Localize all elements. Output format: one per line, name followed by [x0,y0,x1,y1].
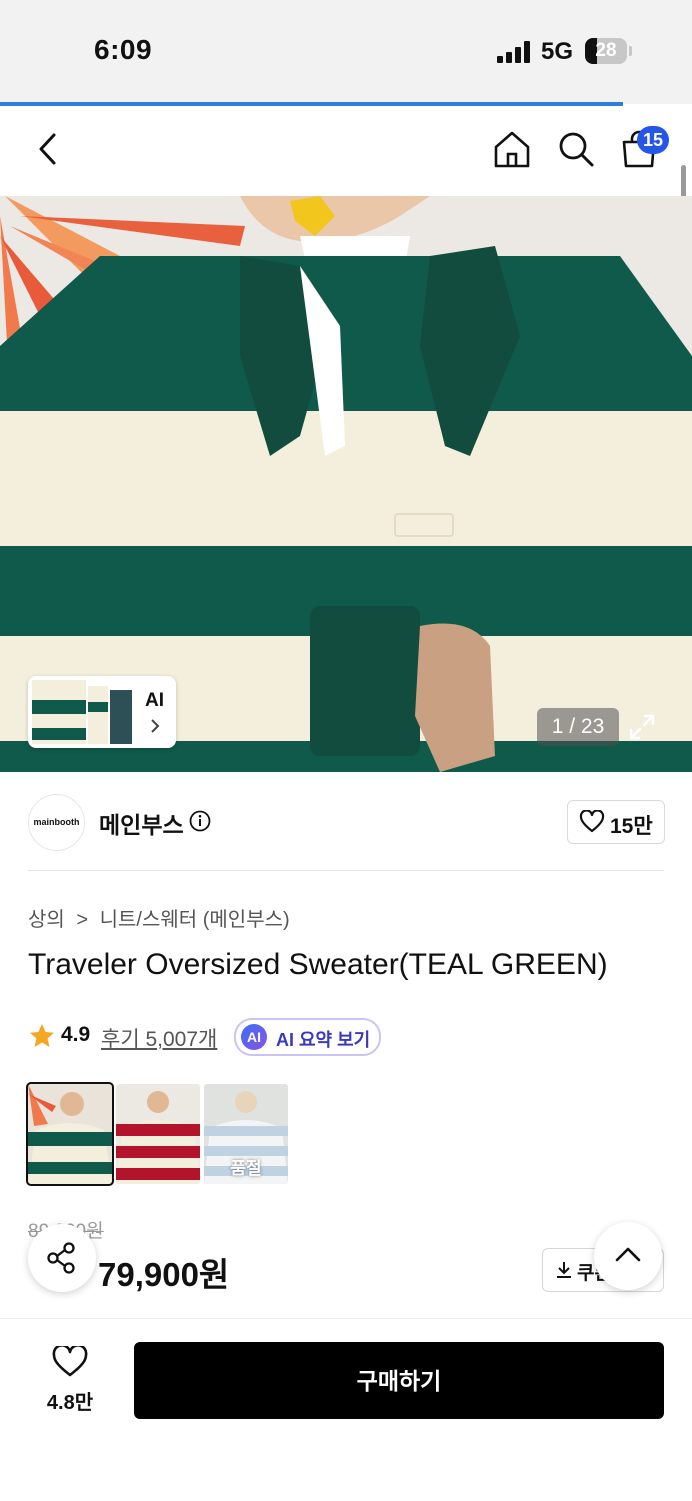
product-title: Traveler Oversized Sweater(TEAL GREEN) [28,948,608,981]
product-like-count: 4.8만 [46,1392,94,1414]
review-count-link[interactable]: 후기 5,007개 [101,1023,217,1053]
ai-summary-button[interactable]: AI AI 요약 보기 [234,1018,381,1056]
sale-price: 79,900원 [98,1256,230,1293]
battery-icon: 28 [585,38,627,64]
ai-badge-icon: AI [241,1024,267,1050]
network-label: 5G [541,38,574,65]
rating-value: 4.9 [61,1023,91,1046]
soldout-label: 품절 [230,1159,262,1178]
scroll-top-button[interactable] [594,1222,662,1290]
breadcrumb-item[interactable]: 니트/스웨터 (메인부스) [100,909,290,931]
swatch-image [28,1084,112,1184]
battery-tip [629,46,632,56]
home-icon [494,131,530,168]
brand-like-button[interactable]: 15만 [567,800,665,844]
color-swatch-red[interactable] [116,1084,200,1184]
breadcrumb-item[interactable]: 상의 [28,909,65,931]
heart-icon [579,810,605,833]
ai-thumb-label: AI [145,690,164,711]
ai-thumb-images [32,680,132,744]
chevron-left-icon [39,133,56,165]
cart-count-badge: 15 [637,126,669,154]
star-icon [30,1024,54,1047]
heart-icon [52,1346,88,1377]
breadcrumb-separator-icon: > [76,909,89,931]
swatch-image [116,1084,200,1184]
divider [28,870,664,871]
share-icon [47,1242,75,1274]
brand-name[interactable]: 메인부스 [99,806,184,840]
buy-button[interactable]: 구매하기 [134,1342,664,1419]
color-swatch-teal[interactable] [26,1082,114,1186]
download-icon [557,1262,571,1278]
brand-logo[interactable]: mainbooth [28,794,85,851]
chevron-right-icon [151,719,160,733]
ai-summary-label: AI 요약 보기 [276,1030,371,1050]
ai-similar-items-button[interactable]: AI [28,676,176,748]
back-button[interactable] [28,128,70,170]
battery-level: 28 [595,40,617,61]
home-button[interactable] [491,128,533,170]
search-button[interactable] [555,128,597,170]
color-swatch-sky[interactable]: 품절 [204,1084,288,1184]
expand-icon [629,714,655,740]
brand-like-count: 15만 [610,815,653,838]
signal-icon [497,41,533,63]
info-icon[interactable] [189,810,211,832]
share-button[interactable] [28,1224,96,1292]
fullscreen-button[interactable] [627,712,657,742]
status-bar: 6:09 5G 28 [0,0,692,104]
product-like-button[interactable]: 4.8만 [30,1340,110,1416]
breadcrumb: 상의 > 니트/스웨터 (메인부스) [28,903,290,932]
search-icon [559,132,594,167]
top-header [0,106,692,196]
status-time: 6:09 [94,34,153,65]
image-counter: 1 / 23 [537,708,619,746]
chevron-up-icon [615,1247,641,1262]
